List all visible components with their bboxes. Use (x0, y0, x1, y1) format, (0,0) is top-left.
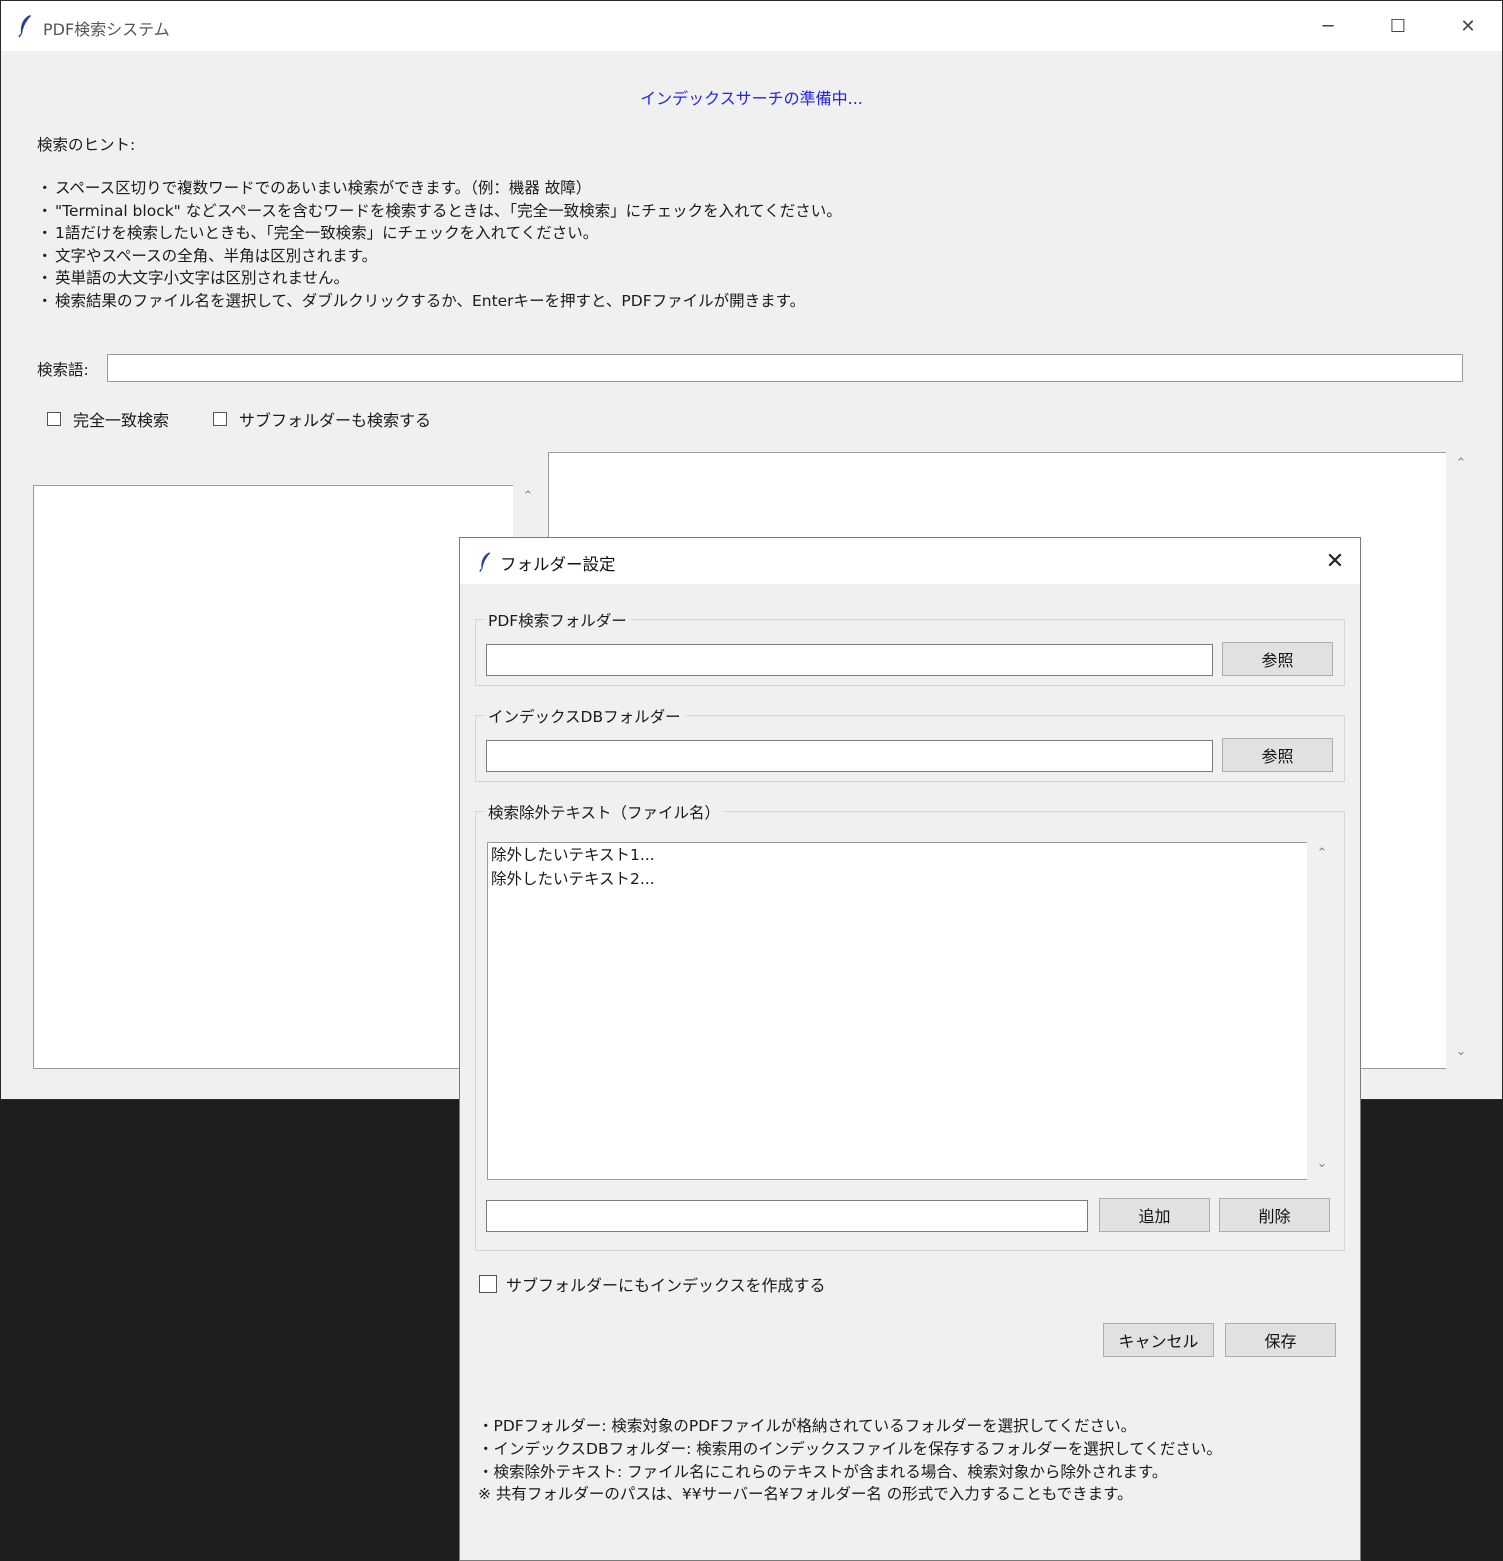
checkbox-label: サブフォルダーにもインデックスを作成する (506, 1276, 826, 1295)
window-title: PDF検索システム (43, 20, 170, 39)
list-item[interactable]: 除外したいテキスト1... (491, 843, 1304, 867)
dialog-title: フォルダー設定 (500, 555, 616, 574)
bullet: ・ (37, 246, 53, 265)
exclude-text-input[interactable] (486, 1200, 1088, 1232)
checkbox-box[interactable] (213, 412, 227, 426)
close-icon: ✕ (1460, 15, 1476, 37)
search-label: 検索語: (37, 361, 89, 379)
minimize-button[interactable]: ─ (1293, 1, 1363, 51)
scroll-up-icon[interactable]: ⌃ (1307, 846, 1337, 861)
note-line: ・検索除外テキスト: ファイル名にこれらのテキストが含まれる場合、検索対象から除… (478, 1462, 1168, 1481)
close-button[interactable]: ✕ (1433, 1, 1503, 51)
index-folder-group: インデックスDBフォルダー 参照 (475, 705, 1345, 782)
pdf-folder-group: PDF検索フォルダー 参照 (475, 609, 1345, 686)
note-line: ・PDFフォルダー: 検索対象のPDFファイルが格納されているフォルダーを選択し… (478, 1417, 1137, 1435)
checkbox-box[interactable] (47, 412, 61, 426)
hint-item: ・ 1語だけを検索したいときも、「完全一致検索」にチェックを入れてください。 (37, 222, 842, 245)
note-line: ※ 共有フォルダーのパスは、¥¥サーバー名¥フォルダー名 の形式で入力することも… (478, 1485, 1133, 1504)
maximize-icon: ☐ (1389, 15, 1407, 37)
exact-match-checkbox[interactable]: 完全一致検索 (47, 407, 169, 431)
bullet: ・ (37, 224, 53, 242)
hint-item: ・英単語の大文字小文字は区別されません。 (37, 267, 842, 290)
exclude-text-label: 検索除外テキスト（ファイル名） (484, 801, 725, 823)
pdf-folder-browse-button[interactable]: 参照 (1222, 642, 1333, 676)
folder-settings-dialog: フォルダー設定 ✕ PDF検索フォルダー 参照 インデックスDBフォルダー 参照… (459, 537, 1361, 1561)
list-item[interactable]: 除外したいテキスト2... (491, 867, 1304, 891)
bullet: ・ (37, 269, 53, 287)
results-listbox[interactable] (33, 485, 513, 1069)
status-text: インデックスサーチの準備中... (640, 89, 863, 108)
hints-title: 検索のヒント: (37, 136, 136, 154)
index-folder-input[interactable] (486, 740, 1213, 772)
scroll-down-icon[interactable]: ⌄ (1307, 1156, 1337, 1171)
close-icon: ✕ (1325, 548, 1345, 574)
remove-button[interactable]: 削除 (1219, 1198, 1330, 1232)
subfolder-index-checkbox[interactable]: サブフォルダーにもインデックスを作成する (479, 1272, 826, 1296)
pdf-folder-input[interactable] (486, 644, 1213, 676)
scroll-down-icon[interactable]: ⌄ (1446, 1044, 1476, 1059)
index-folder-browse-button[interactable]: 参照 (1222, 738, 1333, 772)
hint-item: ・文字やスペースの全角、半角は区別されます。 (37, 245, 842, 268)
dialog-close-button[interactable]: ✕ (1310, 538, 1360, 584)
bullet: ・ (37, 291, 53, 310)
save-button[interactable]: 保存 (1225, 1323, 1336, 1357)
exclude-scrollbar[interactable]: ⌃ ⌄ (1307, 842, 1337, 1180)
checkbox-box[interactable] (479, 1275, 497, 1293)
checkbox-label: サブフォルダーも検索する (239, 411, 432, 430)
help-notes: ・PDFフォルダー: 検索対象のPDFファイルが格納されているフォルダーを選択し… (478, 1415, 1222, 1506)
index-folder-label: インデックスDBフォルダー (484, 705, 685, 727)
search-subfolders-checkbox[interactable]: サブフォルダーも検索する (213, 407, 431, 431)
bullet: ・ (37, 201, 53, 220)
maximize-button[interactable]: ☐ (1363, 1, 1433, 51)
bullet: ・ (37, 179, 53, 197)
exclude-text-group: 検索除外テキスト（ファイル名） 除外したいテキスト1... 除外したいテキスト2… (475, 801, 1345, 1251)
hint-item: ・ "Terminal block" などスペースを含むワードを検索するときは、「… (37, 200, 842, 223)
add-button[interactable]: 追加 (1099, 1198, 1210, 1232)
checkbox-label: 完全一致検索 (73, 411, 170, 430)
hint-item: ・スペース区切りで複数ワードでのあいまい検索ができます。（例：機器 故障） (37, 177, 842, 200)
feather-icon (18, 15, 31, 38)
hints-list: ・スペース区切りで複数ワードでのあいまい検索ができます。（例：機器 故障） ・ "… (37, 177, 842, 312)
note-line: ・インデックスDBフォルダー: 検索用のインデックスファイルを保存するフォルダー… (478, 1439, 1222, 1458)
main-titlebar[interactable]: PDF検索システム ─ ☐ ✕ (1, 1, 1502, 51)
exclude-text-list[interactable]: 除外したいテキスト1... 除外したいテキスト2... (487, 842, 1307, 1180)
dialog-titlebar[interactable]: フォルダー設定 ✕ (460, 538, 1360, 584)
cancel-button[interactable]: キャンセル (1103, 1323, 1214, 1357)
preview-scrollbar[interactable]: ⌃ ⌄ (1446, 452, 1476, 1069)
feather-icon (479, 552, 491, 572)
minimize-icon: ─ (1322, 15, 1334, 37)
hint-item: ・検索結果のファイル名を選択して、ダブルクリックするか、Enterキーを押すと、… (37, 290, 842, 313)
scroll-up-icon[interactable]: ⌃ (1446, 456, 1476, 471)
scroll-up-icon[interactable]: ⌃ (513, 489, 543, 504)
pdf-folder-label: PDF検索フォルダー (484, 609, 631, 631)
search-input[interactable] (107, 354, 1463, 382)
